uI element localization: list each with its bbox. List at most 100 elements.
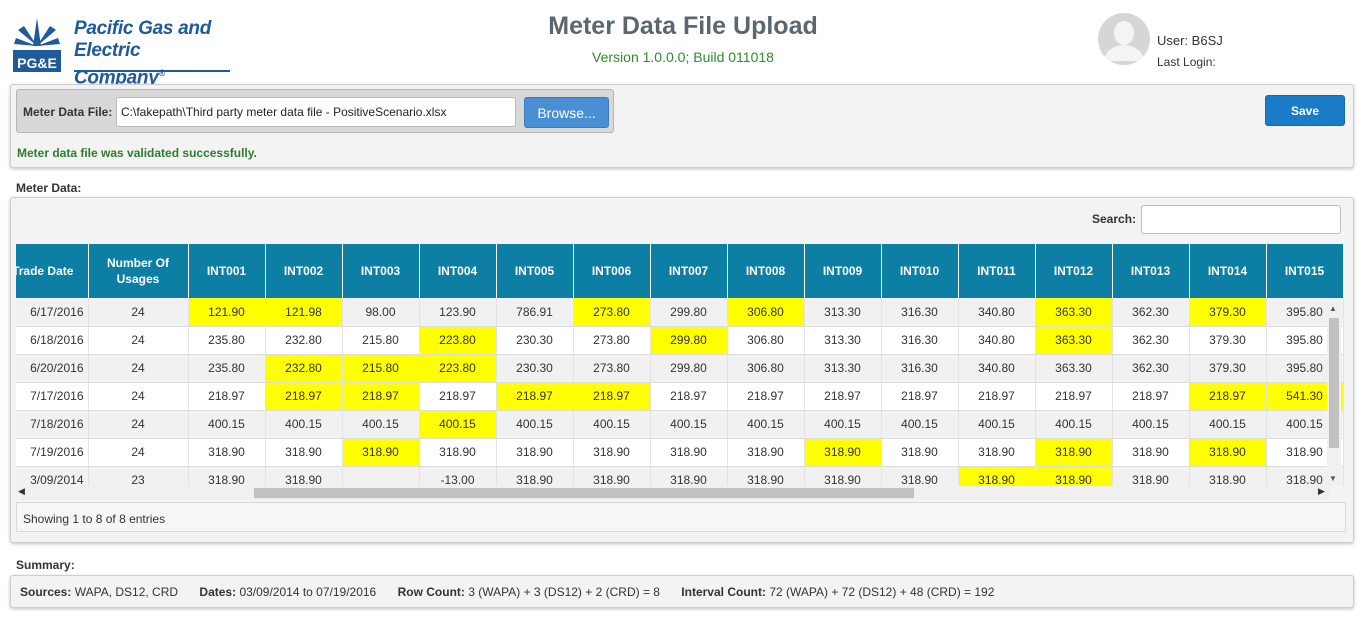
row-count-label: Row Count: <box>397 585 465 599</box>
table-cell: 235.80 <box>188 354 266 383</box>
table-cell: 316.30 <box>881 354 959 383</box>
upload-panel: Meter Data File: Browse... Save Meter da… <box>10 84 1354 168</box>
column-header[interactable]: INT011 <box>958 244 1036 298</box>
table-row[interactable]: 6/17/2016 24 121.90 121.98 98.00 123.90 786.91… <box>16 298 1344 327</box>
table-row[interactable]: 7/19/2016 24 318.90 318.90 318.90 318.90 318.9… <box>16 438 1344 467</box>
column-header[interactable]: INT009 <box>804 244 882 298</box>
table-cell: 6/20/2016 <box>16 354 89 383</box>
table-cell: 379.30 <box>1189 298 1267 327</box>
horizontal-scroll-thumb[interactable] <box>254 488 914 498</box>
table-cell: 230.30 <box>496 326 574 355</box>
dates-value: 03/09/2014 to 07/19/2016 <box>239 585 377 599</box>
table-cell: 318.90 <box>1112 466 1190 486</box>
vertical-scrollbar[interactable]: ▲ ▼ <box>1327 302 1341 486</box>
table-cell: 400.15 <box>342 410 420 439</box>
browse-button[interactable]: Browse... <box>524 97 609 128</box>
column-header[interactable]: INT002 <box>265 244 343 298</box>
table-cell: 318.90 <box>958 438 1036 467</box>
table-cell: 318.90 <box>727 466 805 486</box>
table-cell: 273.80 <box>573 354 651 383</box>
title-block: Meter Data File Upload Version 1.0.0.0; … <box>483 12 883 65</box>
column-header[interactable]: Trade Date <box>16 244 89 298</box>
table-cell: 318.90 <box>881 438 959 467</box>
table-cell: 218.97 <box>342 382 420 411</box>
table-cell: 362.30 <box>1112 354 1190 383</box>
table-cell: 340.80 <box>958 298 1036 327</box>
table-cell: 318.90 <box>1189 466 1267 486</box>
column-header[interactable]: INT006 <box>573 244 651 298</box>
table-row[interactable]: 7/17/2016 24 218.97 218.97 218.97 218.97 218.9… <box>16 382 1344 411</box>
table-cell: 24 <box>88 382 189 411</box>
table-cell: 400.15 <box>573 410 651 439</box>
table-cell: 340.80 <box>958 326 1036 355</box>
table-cell: 218.97 <box>958 382 1036 411</box>
column-header[interactable]: INT001 <box>188 244 266 298</box>
table-cell: 400.15 <box>1112 410 1190 439</box>
table-cell: 316.30 <box>881 298 959 327</box>
table-cell: 218.97 <box>804 382 882 411</box>
horizontal-scrollbar[interactable]: ◀ ▶ <box>16 486 1330 500</box>
meter-data-table: Trade Date Number Of Usages INT001 INT002 IN… <box>16 244 1344 486</box>
table-cell: 362.30 <box>1112 326 1190 355</box>
column-header[interactable]: Number Of Usages <box>88 244 189 298</box>
meter-data-table-container[interactable]: Trade Date Number Of Usages INT001 INT002 IN… <box>16 244 1344 486</box>
table-cell: 318.90 <box>881 466 959 486</box>
table-cell: 306.80 <box>727 298 805 327</box>
user-name: User: B6SJ <box>1157 33 1223 48</box>
table-cell: 24 <box>88 298 189 327</box>
company-logo: PG&E Pacific Gas and Electric Company® <box>12 16 232 88</box>
column-header[interactable]: INT012 <box>1035 244 1113 298</box>
table-cell: 318.90 <box>265 466 343 486</box>
scroll-right-arrow-icon[interactable]: ▶ <box>1318 486 1325 497</box>
table-cell: 340.80 <box>958 354 1036 383</box>
scroll-down-arrow-icon[interactable]: ▼ <box>1329 474 1337 483</box>
file-path-input[interactable] <box>116 97 516 127</box>
column-header[interactable]: INT013 <box>1112 244 1190 298</box>
table-info-bar: Showing 1 to 8 of 8 entries <box>16 502 1346 532</box>
table-cell: 318.90 <box>1189 438 1267 467</box>
column-header[interactable]: INT004 <box>419 244 497 298</box>
table-row[interactable]: 3/09/2014 23 318.90 318.90 -13.00 318.90 318.9… <box>16 466 1344 486</box>
table-cell: 400.15 <box>419 410 497 439</box>
version-text: Version 1.0.0.0; Build 011018 <box>592 49 774 65</box>
table-cell: 223.80 <box>419 326 497 355</box>
file-picker: Meter Data File: Browse... <box>16 89 614 133</box>
scroll-left-arrow-icon[interactable]: ◀ <box>18 486 25 497</box>
table-cell: 318.90 <box>496 466 574 486</box>
table-row[interactable]: 7/18/2016 24 400.15 400.15 400.15 400.15 400.1… <box>16 410 1344 439</box>
table-cell: 215.80 <box>342 326 420 355</box>
column-header[interactable]: INT008 <box>727 244 805 298</box>
table-cell: 6/18/2016 <box>16 326 89 355</box>
sources-label: Sources: <box>20 585 72 599</box>
table-cell: 273.80 <box>573 298 651 327</box>
table-cell: 363.30 <box>1035 326 1113 355</box>
table-cell: 400.15 <box>804 410 882 439</box>
table-row[interactable]: 6/20/2016 24 235.80 232.80 215.80 223.80 230.3… <box>16 354 1344 383</box>
table-cell: 400.15 <box>496 410 574 439</box>
table-cell: 400.15 <box>265 410 343 439</box>
scroll-up-arrow-icon[interactable]: ▲ <box>1329 304 1337 313</box>
table-cell: 6/17/2016 <box>16 298 89 327</box>
table-cell: 7/18/2016 <box>16 410 89 439</box>
column-header[interactable]: INT014 <box>1189 244 1267 298</box>
save-button[interactable]: Save <box>1265 95 1345 126</box>
column-header[interactable]: INT005 <box>496 244 574 298</box>
column-header[interactable]: INT015 <box>1266 244 1344 298</box>
table-row[interactable]: 6/18/2016 24 235.80 232.80 215.80 223.80 230.3… <box>16 326 1344 355</box>
column-header[interactable]: INT007 <box>650 244 728 298</box>
table-cell: 3/09/2014 <box>16 466 89 486</box>
search-label: Search: <box>1092 212 1137 226</box>
table-cell: 400.15 <box>958 410 1036 439</box>
table-cell: 218.97 <box>188 382 266 411</box>
table-cell: 299.80 <box>650 298 728 327</box>
search-input[interactable] <box>1141 205 1341 234</box>
table-cell: 313.30 <box>804 326 882 355</box>
interval-count-label: Interval Count: <box>681 585 766 599</box>
table-cell: 7/17/2016 <box>16 382 89 411</box>
column-header[interactable]: INT003 <box>342 244 420 298</box>
column-header[interactable]: INT010 <box>881 244 959 298</box>
vertical-scroll-thumb[interactable] <box>1329 318 1339 448</box>
meter-data-panel: Search: Trade Date Number Of Usages INT001… <box>10 197 1354 543</box>
table-cell: 318.90 <box>573 466 651 486</box>
table-cell: 218.97 <box>419 382 497 411</box>
